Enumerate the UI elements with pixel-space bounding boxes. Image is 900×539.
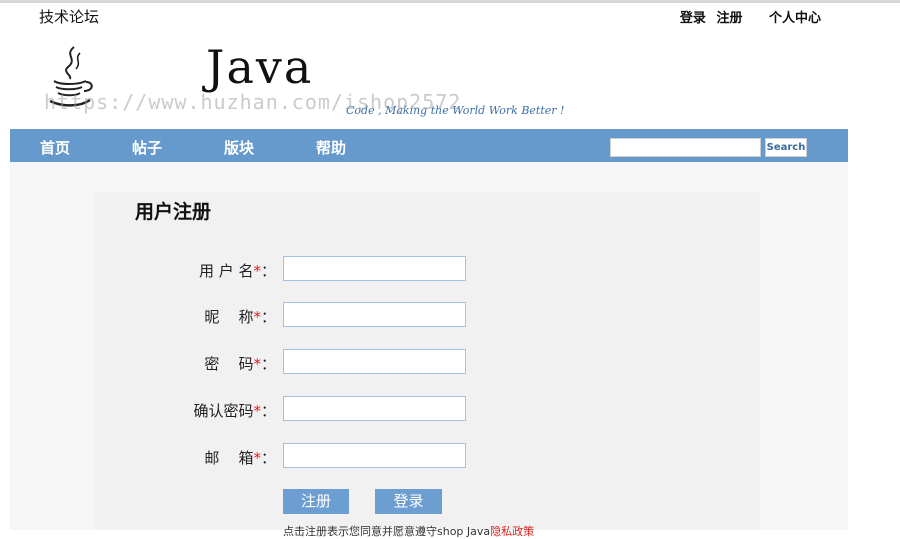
page-title: 用户注册 (135, 201, 212, 223)
register-link[interactable]: 注册 (716, 11, 742, 26)
login-link[interactable]: 登录 (680, 11, 706, 26)
form-row-email: 邮 箱*： (0, 443, 900, 469)
top-links: 登录 注册 个人中心 (680, 7, 821, 26)
required-mark: * (253, 402, 261, 420)
form-row-password: 密 码*： (0, 349, 900, 375)
confirm-password-field[interactable] (283, 396, 466, 421)
required-mark: * (253, 262, 261, 280)
required-mark: * (253, 355, 261, 373)
nickname-field[interactable] (283, 302, 466, 327)
top-bar: 技术论坛 登录 注册 个人中心 (0, 3, 900, 27)
username-label: 用 户 名*： (198, 262, 276, 280)
agreement-text: 点击注册表示您同意并愿意遵守shop Java隐私政策 (283, 525, 535, 538)
site-name: 技术论坛 (39, 8, 100, 26)
required-mark: * (253, 449, 261, 467)
main-nav: 首页 帖子 版块 帮助 Search (10, 129, 848, 162)
nav-item-boards[interactable]: 版块 (224, 137, 254, 158)
java-cup-icon (49, 46, 93, 107)
site-header: Java Code , Making the World Work Better… (10, 27, 848, 129)
confirm-password-label: 确认密码*： (193, 402, 276, 420)
privacy-policy-link[interactable]: 隐私政策 (490, 525, 534, 538)
email-field[interactable] (283, 443, 466, 468)
user-center-link[interactable]: 个人中心 (769, 11, 821, 26)
login-button[interactable]: 登录 (375, 489, 442, 514)
password-label: 密 码*： (204, 355, 276, 373)
nav-item-posts[interactable]: 帖子 (132, 137, 162, 158)
logo-slogan: Code , Making the World Work Better ! (346, 104, 565, 117)
search-input[interactable] (610, 138, 761, 157)
nav-item-help[interactable]: 帮助 (316, 137, 346, 158)
nav-item-home[interactable]: 首页 (40, 137, 70, 158)
required-mark: * (253, 308, 261, 326)
form-row-username: 用 户 名*： (0, 256, 900, 282)
email-label: 邮 箱*： (204, 449, 276, 467)
java-logo-text: Java (206, 40, 314, 94)
nickname-label: 昵 称*： (204, 308, 276, 326)
register-button[interactable]: 注册 (283, 489, 349, 514)
search-button[interactable]: Search (765, 138, 807, 157)
form-row-confirm-password: 确认密码*： (0, 396, 900, 422)
form-row-nickname: 昵 称*： (0, 302, 900, 328)
password-field[interactable] (283, 349, 466, 374)
username-field[interactable] (283, 256, 466, 281)
